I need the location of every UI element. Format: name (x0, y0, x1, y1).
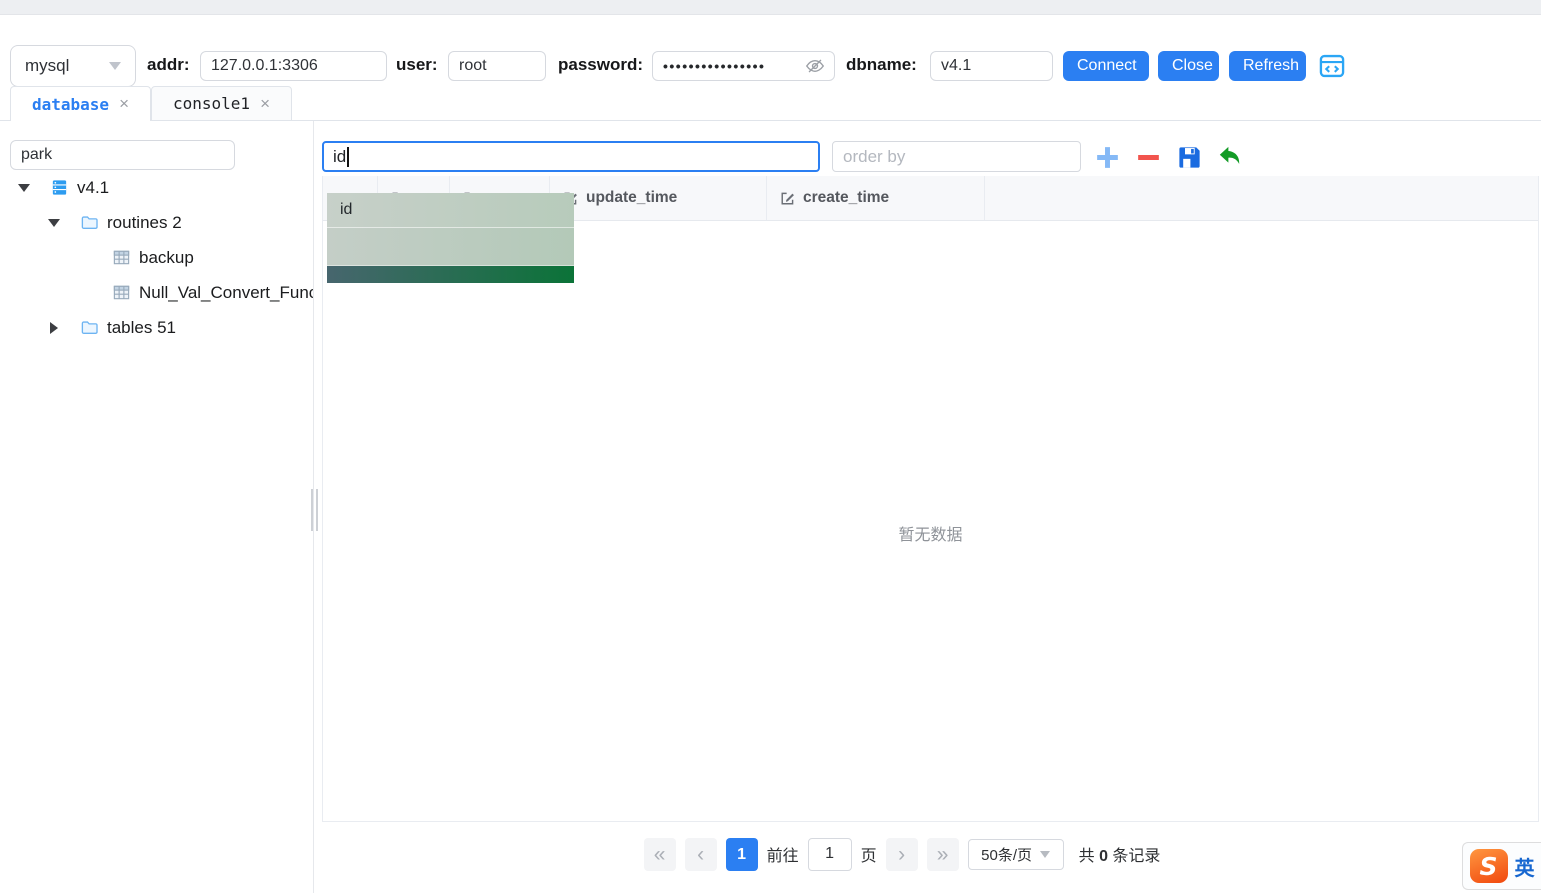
table-header-filler (985, 176, 1538, 220)
close-icon[interactable]: × (119, 94, 129, 114)
table-icon (112, 283, 131, 302)
first-page-button[interactable]: « (644, 838, 676, 871)
chevron-down-icon (1040, 851, 1050, 858)
console-window-button[interactable] (1318, 52, 1346, 80)
goto-label: 前往 (767, 842, 799, 866)
filter-autocomplete-dropdown: id (327, 193, 574, 283)
tree-node-label: Null_Val_Convert_Func (139, 283, 314, 303)
next-page-button[interactable]: › (886, 838, 918, 871)
total-records-text: 共 0 条记录 (1079, 842, 1161, 866)
table-header-cell-update-time[interactable]: update_time (550, 176, 767, 220)
edit-icon (779, 190, 796, 207)
password-label: password: (558, 55, 643, 75)
ime-indicator[interactable]: S 英 (1462, 842, 1541, 890)
page-number-button[interactable]: 1 (726, 838, 758, 871)
tree-node-table-backup[interactable]: backup (0, 240, 314, 275)
tree-node-tables[interactable]: tables 51 (0, 310, 314, 345)
ime-mode-label: 英 (1515, 852, 1535, 881)
page-unit-label: 页 (861, 842, 877, 866)
tree-node-label: v4.1 (77, 178, 109, 198)
sogou-logo-icon: S (1470, 849, 1508, 883)
connect-button[interactable]: Connect (1063, 51, 1149, 81)
tree-node-label: routines 2 (107, 213, 182, 233)
close-icon[interactable]: × (260, 94, 270, 114)
tab-database-label: database (32, 95, 109, 114)
app-window: mysql addr: user: password: ••••••••••••… (0, 0, 1541, 893)
table-header-cell-create-time[interactable]: create_time (767, 176, 985, 220)
window-top-strip (0, 0, 1541, 15)
tab-bar: database × console1 × (0, 86, 1541, 121)
autocomplete-footer-bar (327, 266, 574, 283)
refresh-button[interactable]: Refresh (1229, 51, 1306, 81)
page-size-select[interactable]: 50条/页 (968, 839, 1064, 870)
goto-page-input[interactable] (808, 838, 852, 871)
dbname-input[interactable] (930, 51, 1053, 81)
database-tree: v4.1 routines 2 backup (0, 170, 314, 345)
folder-icon (80, 318, 99, 337)
tab-console1-label: console1 (173, 94, 250, 113)
save-icon[interactable] (1176, 144, 1203, 171)
undo-icon[interactable] (1216, 144, 1243, 171)
tree-filter-input[interactable] (10, 140, 235, 170)
caret-expanded-icon[interactable] (48, 219, 60, 227)
splitter-handle[interactable] (316, 489, 318, 531)
password-value: •••••••••••••••• (663, 58, 804, 74)
user-input[interactable] (448, 51, 546, 81)
code-window-icon (1318, 52, 1346, 80)
db-type-value: mysql (25, 56, 109, 76)
autocomplete-item-empty[interactable] (327, 228, 574, 266)
empty-data-text: 暂无数据 (323, 521, 1538, 545)
user-label: user: (396, 55, 438, 75)
close-button[interactable]: Close (1158, 51, 1219, 81)
table-icon (112, 248, 131, 267)
last-page-button[interactable]: » (927, 838, 959, 871)
database-icon (50, 178, 69, 197)
addr-label: addr: (147, 55, 190, 75)
column-label: update_time (586, 189, 677, 207)
where-filter-value: id (333, 147, 346, 167)
where-filter-input[interactable]: id (322, 141, 820, 172)
splitter-handle[interactable] (311, 489, 313, 531)
password-input[interactable]: •••••••••••••••• (652, 51, 835, 81)
chevron-down-icon (109, 62, 121, 70)
caret-collapsed-icon[interactable] (48, 322, 60, 334)
tree-node-routines[interactable]: routines 2 (0, 205, 314, 240)
sidebar: v4.1 routines 2 backup (0, 121, 314, 893)
tab-database[interactable]: database × (10, 86, 151, 122)
table-body: 暂无数据 (323, 221, 1538, 821)
caret-expanded-icon[interactable] (18, 184, 30, 192)
dbname-label: dbname: (846, 55, 917, 75)
tree-node-database[interactable]: v4.1 (0, 170, 314, 205)
tree-node-label: backup (139, 248, 194, 268)
column-label: create_time (803, 189, 889, 207)
eye-off-icon[interactable] (804, 55, 826, 77)
prev-page-button[interactable]: ‹ (685, 838, 717, 871)
page-size-value: 50条/页 (981, 844, 1032, 865)
delete-row-icon[interactable] (1135, 144, 1162, 171)
connection-toolbar: mysql addr: user: password: ••••••••••••… (0, 15, 1541, 88)
order-by-input[interactable] (832, 141, 1081, 172)
tree-node-label: tables 51 (107, 318, 176, 338)
tab-console1[interactable]: console1 × (151, 86, 292, 121)
tree-node-table-null-val-convert-func[interactable]: Null_Val_Convert_Func (0, 275, 314, 310)
addr-input[interactable] (200, 51, 387, 81)
folder-icon (80, 213, 99, 232)
add-row-icon[interactable] (1094, 144, 1121, 171)
db-type-select[interactable]: mysql (10, 45, 136, 87)
text-cursor (347, 147, 349, 167)
autocomplete-item-id[interactable]: id (327, 193, 574, 228)
pagination-bar: « ‹ 1 前往 页 › » 50条/页 共 0 条记录 (322, 836, 1482, 872)
